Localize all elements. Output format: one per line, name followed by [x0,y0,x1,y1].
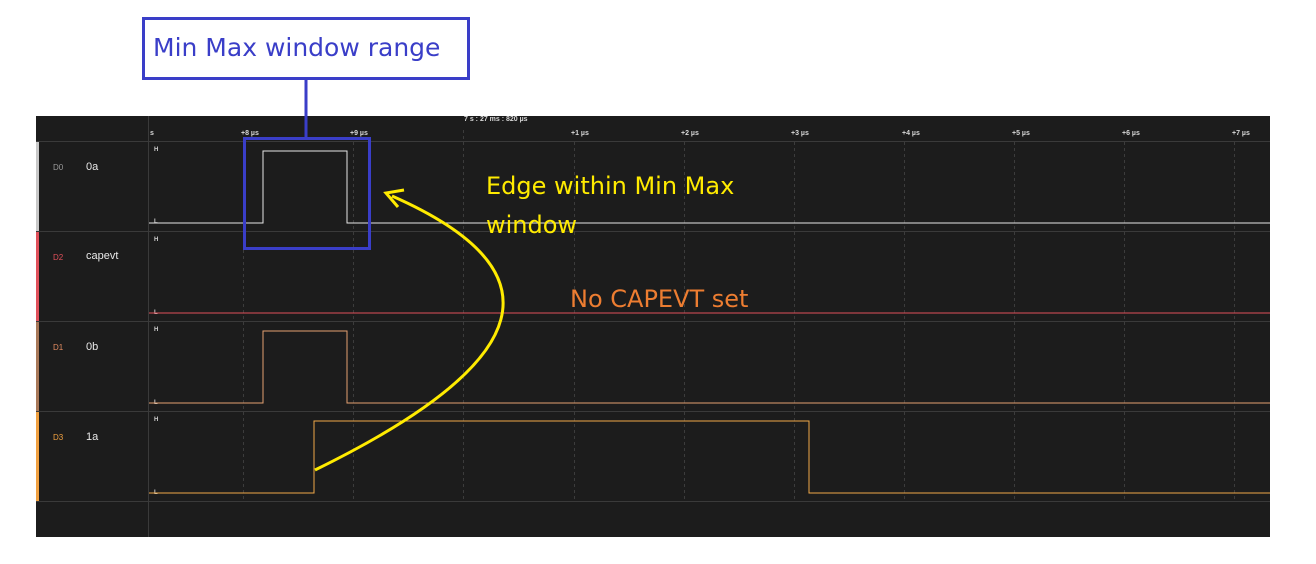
waveform-and-annotation-layer [36,17,1270,537]
channel-strip-d2 [36,232,39,321]
channel-strip-d1 [36,322,39,411]
no-capevt-label: No CAPEVT set [570,285,749,313]
edge-label-line1: Edge within Min Max [486,172,735,200]
edge-label-line2: window [486,211,578,239]
channel-strip-d3 [36,412,39,501]
edge-arrow [314,194,505,472]
channel-strip-d0 [36,142,39,231]
min-max-label: Min Max window range [153,33,441,62]
waveform-0b [149,330,1270,404]
waveform-1a [149,420,1270,494]
